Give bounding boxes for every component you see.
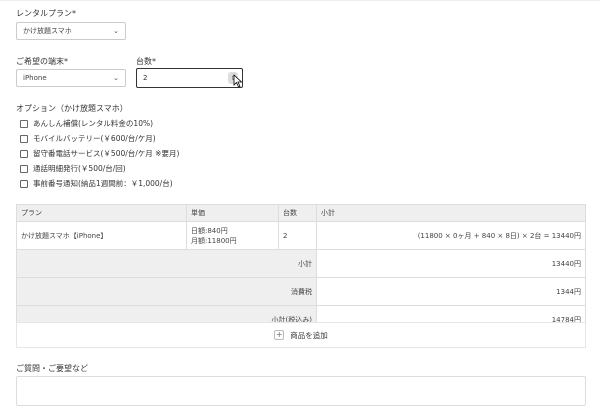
summary-label: 小計	[16, 249, 317, 278]
summary-label: 消費税	[16, 277, 317, 306]
option-checkbox[interactable]	[20, 134, 28, 143]
mouse-cursor-icon	[233, 74, 243, 88]
rental-plan-value: かけ放題スマホ	[23, 27, 72, 35]
option-checkbox[interactable]	[20, 119, 28, 128]
col-header-price: 単価	[186, 204, 279, 222]
inquiry-label: ご質問・ご要望など	[16, 364, 88, 373]
rental-plan-label: レンタルプラン*	[16, 9, 76, 18]
col-header-plan: プラン	[16, 204, 187, 222]
price-table: プラン 単価 台数 小計 かけ放題スマホ【iPhone】 日額:840円 月額:…	[16, 204, 586, 334]
quantity-value: 2	[143, 74, 148, 82]
option-label: 留守番電話サービス(￥500/台/ケ月 ※要月)	[33, 149, 180, 158]
rental-plan-select[interactable]: かけ放題スマホ ⌄	[16, 22, 126, 40]
option-label: モバイルバッテリー(￥600/台/ケ月)	[33, 134, 156, 143]
summary-row: 消費税 1344円	[16, 277, 586, 306]
device-select[interactable]: iPhone ⌄	[16, 69, 126, 87]
chevron-down-icon: ⌄	[113, 27, 119, 35]
summary-value: 13440円	[316, 249, 586, 278]
table-header-row: プラン 単価 台数 小計	[16, 204, 586, 222]
col-header-qty: 台数	[278, 204, 317, 222]
option-label: あんしん補償(レンタル料金の10%)	[33, 119, 154, 128]
add-product-button[interactable]: + 商品を追加	[16, 322, 586, 348]
chevron-down-icon: ⌄	[113, 74, 119, 82]
option-checkbox[interactable]	[20, 149, 28, 158]
top-divider	[0, 0, 600, 1]
option-checkbox[interactable]	[20, 164, 28, 173]
option-item[interactable]: あんしん補償(レンタル料金の10%)	[20, 118, 153, 129]
option-label: 通話明細発行(￥500/台/回)	[33, 164, 126, 173]
cell-plan: かけ放題スマホ【iPhone】	[16, 221, 187, 250]
cell-subtotal: (11800 × 0ヶ月 + 840 × 8日) × 2台 = 13440円	[316, 221, 586, 250]
table-row: かけ放題スマホ【iPhone】 日額:840円 月額:11800円 2 (118…	[16, 221, 586, 250]
plus-icon: +	[274, 330, 285, 340]
options-title: オプション（かけ放題スマホ）	[16, 104, 128, 113]
inquiry-textarea[interactable]	[16, 376, 586, 406]
option-item[interactable]: 事前番号通知(納品1週間前：￥1,000/台)	[20, 178, 173, 189]
option-checkbox[interactable]	[20, 179, 28, 188]
option-item[interactable]: モバイルバッテリー(￥600/台/ケ月)	[20, 133, 156, 144]
option-item[interactable]: 通話明細発行(￥500/台/回)	[20, 163, 126, 174]
summary-value: 1344円	[316, 277, 586, 306]
cell-price: 日額:840円 月額:11800円	[186, 221, 279, 250]
price-month: 月額:11800円	[191, 236, 237, 245]
price-day: 日額:840円	[191, 226, 228, 235]
device-label: ご希望の端末*	[16, 57, 68, 66]
summary-row: 小計 13440円	[16, 249, 586, 278]
option-item[interactable]: 留守番電話サービス(￥500/台/ケ月 ※要月)	[20, 148, 179, 159]
quantity-input[interactable]: 2 ⇕	[136, 68, 243, 88]
device-value: iPhone	[23, 74, 47, 82]
col-header-subtotal: 小計	[316, 204, 586, 222]
add-product-label: 商品を追加	[290, 330, 328, 340]
option-label: 事前番号通知(納品1週間前：￥1,000/台)	[33, 179, 173, 188]
cell-qty: 2	[278, 221, 317, 250]
quantity-label: 台数*	[136, 57, 156, 66]
